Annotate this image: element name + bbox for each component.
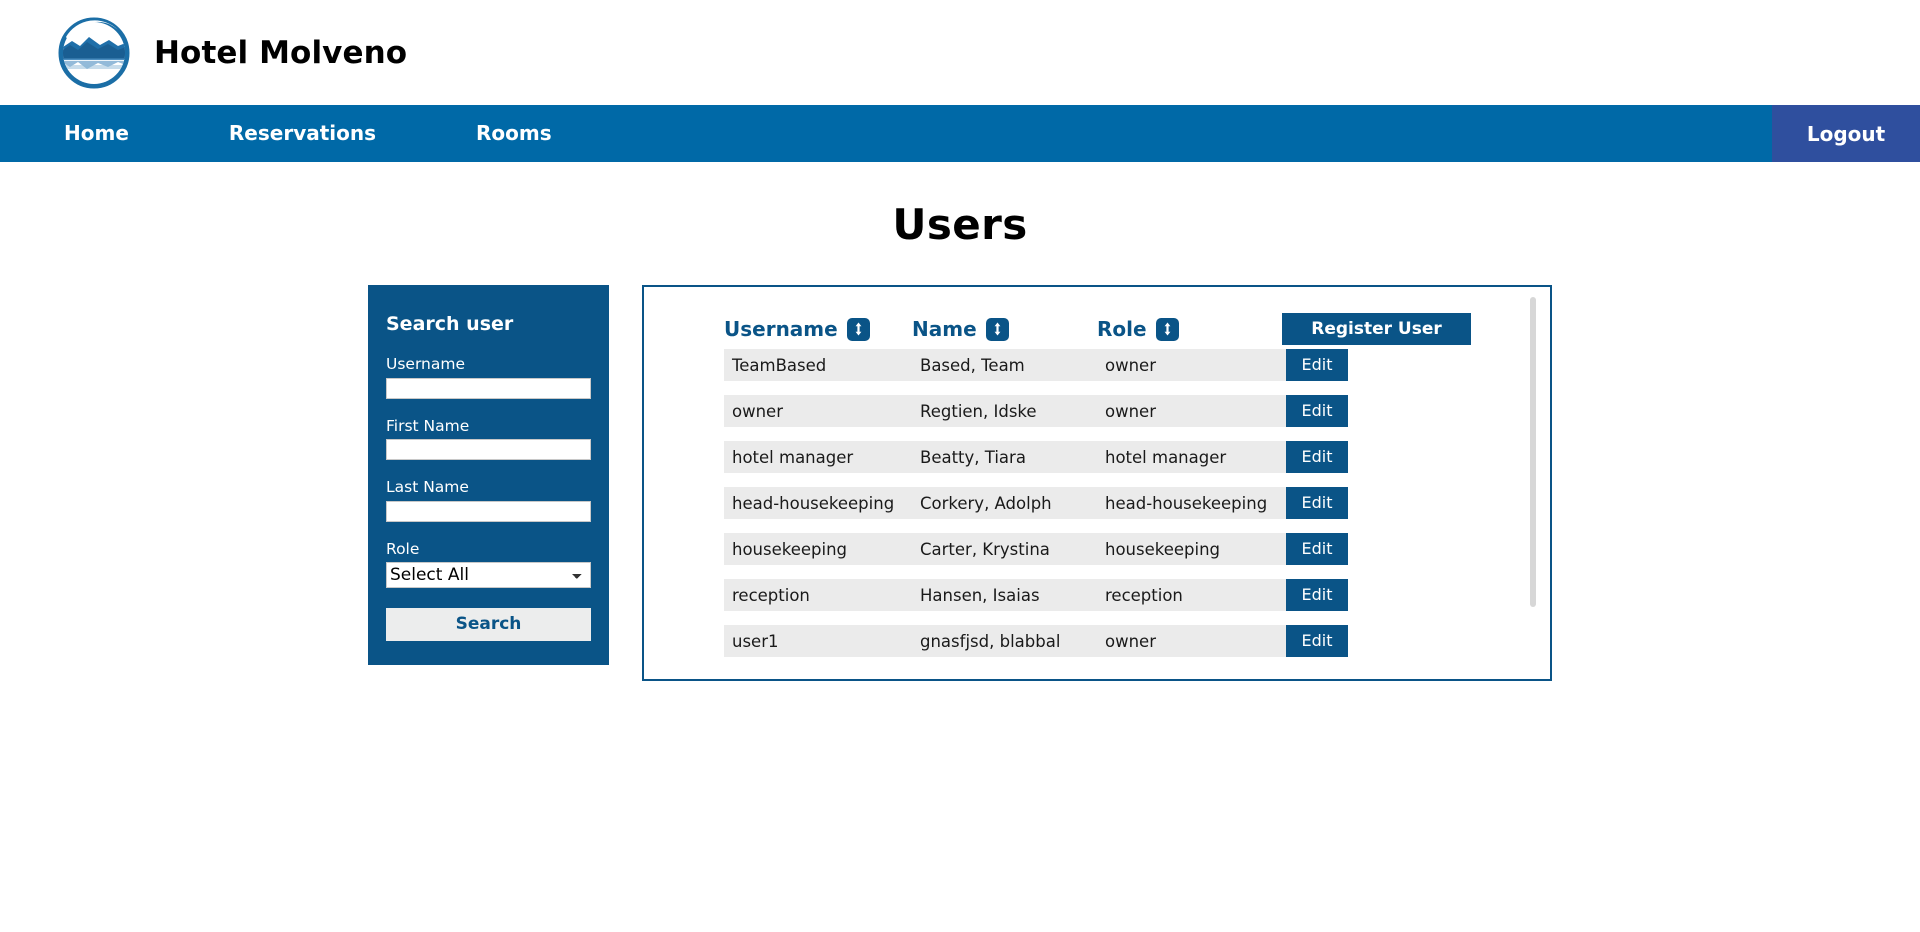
cell-username: user1	[732, 631, 779, 651]
last-name-input[interactable]	[386, 500, 591, 522]
edit-button[interactable]: Edit	[1286, 441, 1348, 473]
vertical-scrollbar[interactable]	[1530, 297, 1536, 607]
table-row: reception Hansen, Isaias reception Edit	[724, 579, 1348, 611]
register-user-cell: Register User	[1282, 313, 1472, 345]
search-button[interactable]: Search	[386, 607, 591, 641]
cell-role: housekeeping	[1105, 539, 1221, 559]
users-table-panel: Username Name Role Register User TeamBas…	[642, 285, 1552, 681]
column-header-role-label: Role	[1097, 317, 1147, 341]
users-table-inner: Username Name Role Register User TeamBas…	[644, 287, 1550, 679]
cell-role: head-housekeeping	[1105, 493, 1268, 513]
cell-name: Based, Team	[920, 355, 1025, 375]
nav-links: Home Reservations Rooms	[0, 105, 1772, 162]
column-header-username: Username	[724, 317, 912, 341]
edit-button[interactable]: Edit	[1286, 487, 1348, 519]
register-user-button[interactable]: Register User	[1282, 313, 1471, 345]
sort-updown-icon-role[interactable]	[1155, 317, 1179, 341]
content-area: Search user Username First Name Last Nam…	[0, 285, 1920, 681]
users-table-body: TeamBased Based, Team owner Edit owner Regtie…	[644, 349, 1550, 657]
cell-role: hotel manager	[1105, 447, 1227, 467]
table-row: owner Regtien, Idske owner Edit	[724, 395, 1348, 427]
cell-username: reception	[732, 585, 810, 605]
page-title: Users	[892, 200, 1028, 249]
cell-username: hotel manager	[732, 447, 854, 467]
sort-updown-icon-username[interactable]	[846, 317, 870, 341]
nav-item-reservations[interactable]: Reservations	[229, 105, 376, 162]
sort-updown-icon-name[interactable]	[985, 317, 1009, 341]
edit-button[interactable]: Edit	[1286, 533, 1348, 565]
edit-button[interactable]: Edit	[1286, 395, 1348, 427]
cell-name: gnasfjsd, blabbal	[920, 631, 1061, 651]
cell-name: Hansen, Isaias	[920, 585, 1040, 605]
role-select[interactable]: Select Allownerhotel managerhead-houseke…	[386, 561, 591, 588]
cell-role: owner	[1105, 401, 1156, 421]
column-header-username-label: Username	[724, 317, 838, 341]
table-row: TeamBased Based, Team owner Edit	[724, 349, 1348, 381]
cell-name: Carter, Krystina	[920, 539, 1050, 559]
column-header-name-label: Name	[912, 317, 977, 341]
first-name-label: First Name	[386, 416, 470, 435]
username-label: Username	[386, 355, 466, 373]
edit-button[interactable]: Edit	[1286, 349, 1348, 381]
table-row: housekeeping Carter, Krystina housekeeping…	[724, 533, 1348, 565]
cell-username: housekeeping	[732, 539, 848, 559]
hotel-lake-mountain-logo-icon	[56, 15, 132, 91]
cell-role: owner	[1105, 355, 1156, 375]
cell-name: Regtien, Idske	[920, 401, 1037, 421]
username-input[interactable]	[386, 377, 591, 399]
table-row: head-housekeeping Corkery, Adolph head-hou…	[724, 487, 1348, 519]
edit-button[interactable]: Edit	[1286, 579, 1348, 611]
first-name-input[interactable]	[386, 439, 591, 460]
column-header-role: Role	[1097, 317, 1282, 341]
cell-role: reception	[1105, 585, 1183, 605]
last-name-label: Last Name	[386, 478, 469, 496]
main-navigation: Home Reservations Rooms Logout	[0, 105, 1920, 162]
nav-item-home[interactable]: Home	[64, 105, 129, 162]
site-header: Hotel Molveno	[0, 0, 1920, 105]
search-user-panel: Search user Username First Name Last Nam…	[368, 285, 609, 665]
brand[interactable]: Hotel Molveno	[56, 15, 407, 91]
edit-button[interactable]: Edit	[1286, 625, 1348, 657]
brand-name: Hotel Molveno	[154, 34, 408, 71]
search-panel-heading: Search user	[386, 313, 514, 335]
logout-button[interactable]: Logout	[1772, 105, 1920, 162]
table-row: hotel manager Beatty, Tiara hotel manager E…	[724, 441, 1348, 473]
cell-username: owner	[732, 401, 783, 421]
cell-role: owner	[1105, 631, 1156, 651]
table-row: user1 gnasfjsd, blabbal owner Edit	[724, 625, 1348, 657]
column-header-name: Name	[912, 317, 1097, 341]
cell-username: TeamBased	[732, 355, 827, 375]
cell-name: Corkery, Adolph	[920, 493, 1052, 513]
users-table-header: Username Name Role Register User	[644, 309, 1550, 349]
cell-username: head-housekeeping	[732, 493, 895, 513]
nav-item-rooms[interactable]: Rooms	[476, 105, 552, 162]
cell-name: Beatty, Tiara	[920, 447, 1026, 467]
role-label: Role	[386, 539, 420, 558]
